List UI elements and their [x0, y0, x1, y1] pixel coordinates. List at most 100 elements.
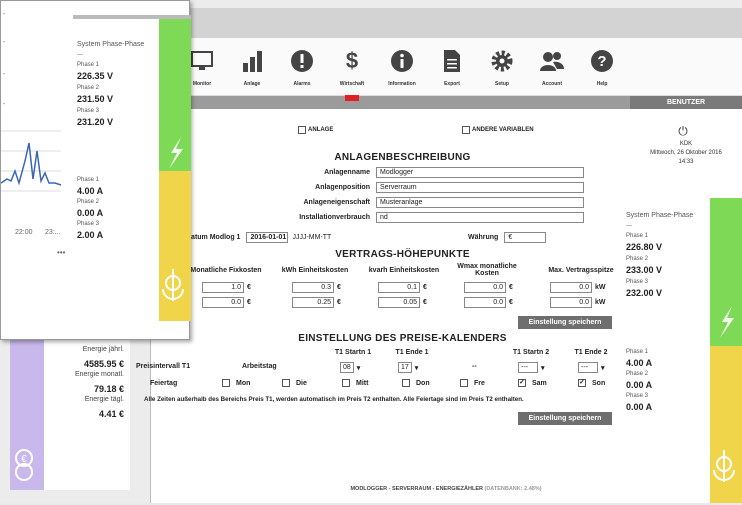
- checkbox-box[interactable]: [222, 379, 230, 387]
- select-value[interactable]: ---: [578, 362, 598, 373]
- day-fre[interactable]: Fre: [460, 379, 485, 387]
- euro-unit: €: [247, 284, 251, 291]
- spitze-input[interactable]: 0.0: [550, 282, 592, 293]
- svg-text:€: €: [21, 454, 27, 465]
- checkbox-checked[interactable]: ✓: [578, 379, 586, 387]
- current-band: [159, 171, 191, 321]
- col-header: Wmax monatliche Kosten: [457, 263, 517, 277]
- bar-chart-icon: [239, 48, 265, 74]
- toolbar-label: Export: [444, 81, 460, 87]
- voltage-band: [710, 198, 742, 346]
- toolbar-wirtschaft[interactable]: $ Wirtschaft: [327, 38, 377, 95]
- monitor-icon: [189, 48, 215, 74]
- panel-dashes: ---: [626, 223, 632, 229]
- anlagenposition-input[interactable]: Serverraum: [376, 182, 584, 193]
- cost-cell: 0.0 €: [464, 282, 513, 293]
- checkbox-label: ANLAGE: [308, 127, 334, 133]
- voltage-band: [159, 19, 191, 171]
- toolbar-label: Monitor: [192, 81, 212, 87]
- checkbox-label: ANDERE VARIABLEN: [472, 127, 534, 133]
- select-value[interactable]: 08: [340, 362, 354, 373]
- wmax-input[interactable]: 0.0: [464, 297, 506, 308]
- day-sam[interactable]: ✓ Sam: [518, 379, 547, 387]
- toolbar-alarms[interactable]: Alarms: [277, 38, 327, 95]
- save-vertrag-button[interactable]: Einstellung speichern: [518, 316, 612, 329]
- energy-label: Energie jährl.: [82, 346, 124, 353]
- t1-end-select[interactable]: 17 ▾: [398, 362, 418, 373]
- checkbox-box[interactable]: [402, 379, 410, 387]
- toolbar-setup[interactable]: Setup: [477, 38, 527, 95]
- kalender-note: Alle Zeiten außerhalb des Bereichs Preis…: [144, 396, 524, 403]
- toolbar-help[interactable]: ? Help: [577, 38, 627, 95]
- toolbar-label: Anlage: [243, 81, 261, 87]
- sparkline-line: [1, 142, 62, 186]
- waehrung-input[interactable]: €: [504, 232, 547, 243]
- active-indicator: [345, 95, 359, 101]
- toolbar-export[interactable]: Export: [427, 38, 477, 95]
- phase-label: Phase 2: [77, 85, 100, 91]
- installationverbrauch-input[interactable]: nd: [376, 212, 584, 223]
- datum-input[interactable]: 2016-01-01: [246, 232, 289, 243]
- toolbar-information[interactable]: Information: [377, 38, 427, 95]
- anlagenbeschreibung-title: ANLAGENBESCHREIBUNG: [334, 152, 471, 163]
- kwh-input[interactable]: 0.3: [292, 282, 334, 293]
- day-son[interactable]: ✓ Son: [578, 379, 605, 387]
- checkbox-box[interactable]: [462, 126, 470, 134]
- euro-unit: €: [337, 299, 341, 306]
- toolbar-label: Wirtschaft: [339, 81, 365, 87]
- col-header: Monatliche Fixkosten: [190, 267, 262, 274]
- energy-value: 4.41 €: [98, 409, 124, 419]
- euro-unit: €: [509, 284, 513, 291]
- phase-icon: [713, 450, 735, 482]
- svg-text:?: ?: [597, 53, 606, 70]
- t1-start2-select[interactable]: --- ▾: [518, 362, 545, 373]
- t1-start-select[interactable]: 08 ▾: [340, 362, 360, 373]
- chevron-down-icon: ▾: [541, 364, 545, 372]
- sparkline-chart: [1, 130, 62, 192]
- day-don[interactable]: Don: [402, 379, 430, 387]
- select-value[interactable]: 17: [398, 362, 412, 373]
- anlageneigenschaft-input[interactable]: Musteranlage: [376, 197, 584, 208]
- footer-text: MODLOGGER - SERVERRAUM - ENERGIEZÄHLER: [350, 486, 483, 492]
- t1-end2-select[interactable]: --- ▾: [578, 362, 605, 373]
- cost-cell: 0.3 €: [292, 282, 341, 293]
- panel-title: System Phase-Phase: [77, 41, 145, 48]
- more-icon[interactable]: •••: [57, 248, 65, 257]
- anlage-checkbox[interactable]: ANLAGE: [298, 126, 333, 134]
- current-band: [710, 346, 742, 503]
- checkbox-box[interactable]: [460, 379, 468, 387]
- select-value[interactable]: ---: [518, 362, 538, 373]
- checkbox-box[interactable]: [342, 379, 350, 387]
- phase-label: Phase 3: [77, 221, 100, 227]
- anlagenname-input[interactable]: Modlogger: [376, 167, 584, 178]
- phase-value: 2.00 A: [77, 230, 104, 240]
- wmax-input[interactable]: 0.0: [464, 282, 506, 293]
- spitze-input[interactable]: 0.0: [550, 297, 592, 308]
- kvarh-input[interactable]: 0.05: [378, 297, 420, 308]
- field-row: Installationverbrauch nd: [180, 212, 584, 223]
- checkbox-checked[interactable]: ✓: [518, 379, 526, 387]
- user-info: KDK Mittwoch, 26 Oktober 2016 14:33: [630, 140, 742, 167]
- checkbox-box[interactable]: [282, 379, 290, 387]
- toolbar-anlage[interactable]: Anlage: [227, 38, 277, 95]
- euro-unit: €: [423, 299, 427, 306]
- day-mitt[interactable]: Mitt: [342, 379, 368, 387]
- user-time: 14:33: [678, 159, 694, 165]
- phase-label: Phase 1: [77, 62, 100, 68]
- toolbar-account[interactable]: Account: [527, 38, 577, 95]
- save-kalender-button[interactable]: Einstellung speichern: [518, 412, 612, 425]
- day-label: Mitt: [356, 379, 369, 387]
- power-icon[interactable]: ⏻: [676, 124, 690, 138]
- waehrung-label: Währung: [468, 234, 499, 241]
- andere-variablen-checkbox[interactable]: ANDERE VARIABLEN: [462, 126, 534, 134]
- kvarh-input[interactable]: 0.1: [378, 282, 420, 293]
- fixkosten-input[interactable]: 0.0: [202, 297, 244, 308]
- phase-value: 232.00 V: [626, 288, 663, 298]
- fixkosten-input[interactable]: 1.0: [202, 282, 244, 293]
- kwh-input[interactable]: 0.25: [292, 297, 334, 308]
- energy-list: Energie jährl. 4585.95 € Energie monatl.…: [46, 346, 124, 419]
- day-mon[interactable]: Mon: [222, 379, 250, 387]
- day-die[interactable]: Die: [282, 379, 307, 387]
- checkbox-box[interactable]: [298, 126, 306, 134]
- time-tick: 23:...: [45, 229, 61, 236]
